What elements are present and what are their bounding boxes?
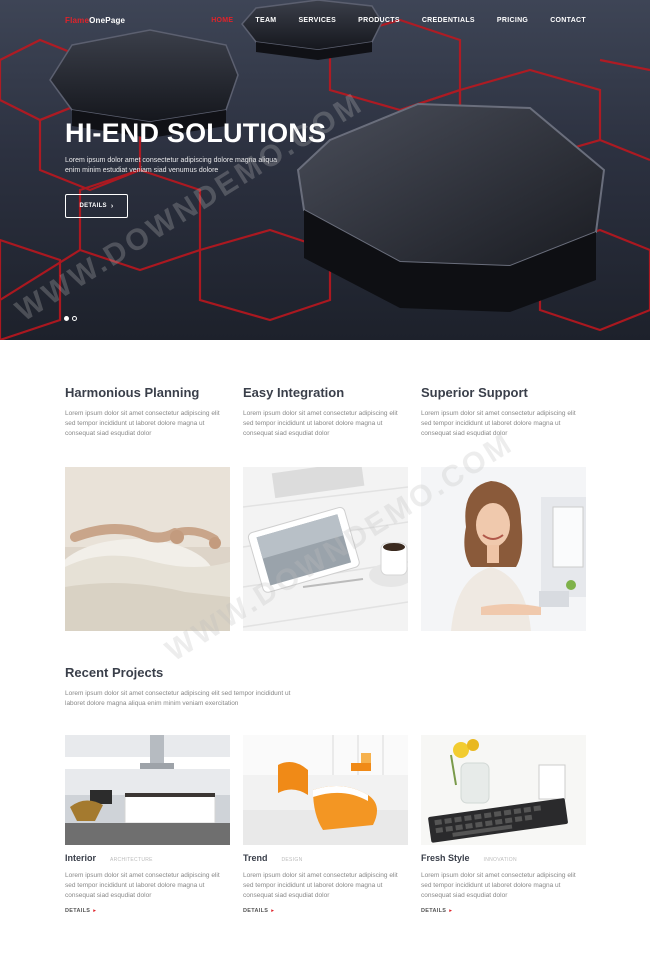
recent-projects-heading: Recent Projects — [65, 665, 164, 680]
project-text: Lorem ipsum dolor sit amet consectetur a… — [421, 872, 576, 899]
project-name[interactable]: Interior — [65, 853, 96, 863]
feature-title: Superior Support — [421, 385, 528, 400]
nav-item-products[interactable]: PRODUCTS — [358, 17, 400, 24]
hero-description: Lorem ipsum dolor amet consectetur adipi… — [65, 157, 278, 174]
project-text: Lorem ipsum dolor sit amet consectetur a… — [65, 872, 220, 899]
feature-title: Easy Integration — [243, 385, 345, 400]
hero-title: HI-END SOLUTIONS — [65, 118, 327, 148]
site-logo[interactable]: FlameOnePage — [65, 16, 125, 25]
logo-part-onepage: OnePage — [89, 16, 126, 25]
project-fresh-style: Fresh Style INNOVATION Lorem ipsum dolor… — [421, 853, 587, 914]
project-trend: Trend DESIGN Lorem ipsum dolor sit amet … — [243, 853, 409, 914]
project-image-trend[interactable] — [243, 735, 408, 845]
feature-text: Lorem ipsum dolor sit amet consectetur a… — [65, 410, 220, 437]
project-category: INNOVATION — [483, 857, 517, 863]
slider-pagination — [64, 316, 77, 321]
hero-details-button[interactable]: DETAILS › — [65, 194, 128, 218]
feature-photo-support-woman — [421, 467, 586, 631]
project-details-label: DETAILS — [65, 908, 91, 914]
recent-projects-description: Lorem ipsum dolor sit amet consectetur a… — [65, 690, 291, 707]
slider-dot[interactable] — [72, 316, 77, 321]
project-details-link[interactable]: DETAILS ▸ — [243, 908, 409, 914]
nav-item-contact[interactable]: CONTACT — [550, 17, 586, 24]
hero-details-label: DETAILS — [79, 203, 107, 209]
nav-menu: HOME TEAM SERVICES PRODUCTS CREDENTIALS … — [189, 17, 586, 24]
nav-item-team[interactable]: TEAM — [255, 17, 276, 24]
chevron-right-icon: › — [110, 202, 114, 210]
project-details-link[interactable]: DETAILS ▸ — [65, 908, 231, 914]
hero-slider: FlameOnePage HOME TEAM SERVICES PRODUCTS… — [0, 0, 650, 340]
slider-dot-active[interactable] — [64, 316, 69, 321]
project-category: DESIGN — [281, 857, 303, 863]
nav-item-home[interactable]: HOME — [211, 17, 233, 24]
feature-title: Harmonious Planning — [65, 385, 200, 400]
project-name[interactable]: Trend — [243, 853, 268, 863]
project-category: ARCHITECTURE — [110, 857, 153, 863]
project-image-interior[interactable] — [65, 735, 230, 845]
project-details-label: DETAILS — [421, 908, 447, 914]
nav-item-services[interactable]: SERVICES — [298, 17, 336, 24]
feature-text: Lorem ipsum dolor sit amet consectetur a… — [243, 410, 398, 437]
nav-item-pricing[interactable]: PRICING — [497, 17, 528, 24]
arrow-right-icon: ▸ — [271, 908, 275, 914]
project-details-label: DETAILS — [243, 908, 269, 914]
top-navigation: FlameOnePage HOME TEAM SERVICES PRODUCTS… — [0, 0, 650, 42]
project-details-link[interactable]: DETAILS ▸ — [421, 908, 587, 914]
arrow-right-icon: ▸ — [449, 908, 453, 914]
logo-part-flame: Flame — [65, 16, 90, 25]
project-text: Lorem ipsum dolor sit amet consectetur a… — [243, 872, 398, 899]
feature-harmonious-planning: Harmonious Planning Lorem ipsum dolor si… — [65, 385, 231, 439]
project-interior: Interior ARCHITECTURE Lorem ipsum dolor … — [65, 853, 231, 914]
feature-superior-support: Superior Support Lorem ipsum dolor sit a… — [421, 385, 587, 439]
arrow-right-icon: ▸ — [93, 908, 97, 914]
project-name[interactable]: Fresh Style — [421, 853, 470, 863]
project-image-fresh-style[interactable] — [421, 735, 586, 845]
feature-easy-integration: Easy Integration Lorem ipsum dolor sit a… — [243, 385, 409, 439]
feature-text: Lorem ipsum dolor sit amet consectetur a… — [421, 410, 576, 437]
feature-photo-meditation — [65, 467, 230, 631]
nav-item-credentials[interactable]: CREDENTIALS — [422, 17, 475, 24]
feature-photo-tablet — [243, 467, 408, 631]
